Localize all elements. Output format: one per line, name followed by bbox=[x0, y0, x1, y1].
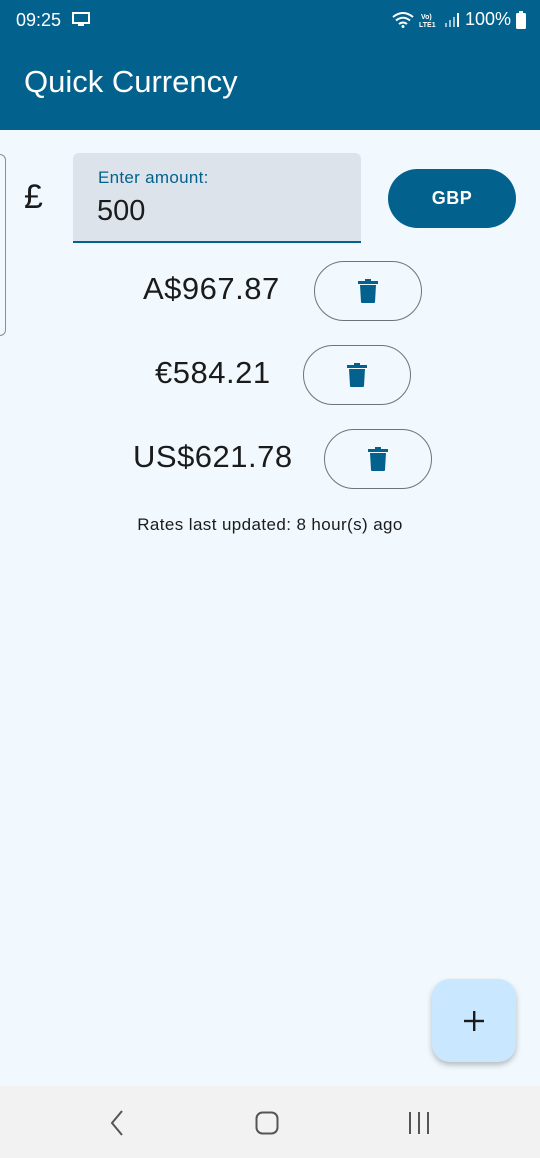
screen-cast-icon bbox=[72, 12, 90, 26]
status-bar: 09:25 Vo) LTE1 100% bbox=[0, 0, 540, 40]
wifi-icon bbox=[392, 11, 414, 28]
conversion-row: US$621.78 bbox=[0, 429, 540, 489]
status-time: 09:25 bbox=[16, 10, 62, 30]
amount-label: Enter amount: bbox=[98, 168, 209, 187]
back-icon bbox=[110, 1110, 123, 1136]
recents-button[interactable] bbox=[399, 1108, 439, 1138]
signal-icon bbox=[444, 12, 460, 28]
delete-button[interactable] bbox=[324, 429, 432, 489]
battery-icon bbox=[516, 10, 526, 29]
converted-amount: €584.21 bbox=[155, 355, 271, 390]
svg-text:Vo): Vo) bbox=[421, 14, 432, 21]
navigation-bar bbox=[0, 1086, 540, 1158]
plus-icon bbox=[464, 1010, 484, 1031]
add-currency-button[interactable] bbox=[432, 979, 516, 1062]
currency-select-button[interactable]: GBP bbox=[388, 169, 516, 228]
converted-amount: US$621.78 bbox=[133, 439, 293, 474]
app-title: Quick Currency bbox=[24, 64, 238, 99]
amount-field[interactable]: Enter amount: bbox=[73, 153, 361, 243]
back-button[interactable] bbox=[97, 1108, 137, 1138]
app-bar: Quick Currency bbox=[0, 40, 540, 130]
battery-text: 100% bbox=[464, 9, 511, 29]
currency-symbol: £ bbox=[24, 178, 43, 216]
home-icon bbox=[255, 1111, 279, 1135]
delete-button[interactable] bbox=[314, 261, 422, 321]
volte-icon: Vo) LTE1 bbox=[419, 11, 439, 29]
delete-button[interactable] bbox=[303, 345, 411, 405]
trash-icon bbox=[358, 279, 378, 303]
conversion-row: A$967.87 bbox=[0, 261, 540, 321]
converted-amount: A$967.87 bbox=[143, 271, 280, 306]
home-button[interactable] bbox=[247, 1108, 287, 1138]
trash-icon bbox=[347, 363, 367, 387]
recents-icon bbox=[409, 1112, 429, 1134]
conversion-row: €584.21 bbox=[0, 345, 540, 405]
svg-text:LTE1: LTE1 bbox=[419, 22, 436, 29]
amount-input[interactable] bbox=[97, 191, 337, 231]
rates-updated-text: Rates last updated: 8 hour(s) ago bbox=[137, 515, 403, 534]
trash-icon bbox=[368, 447, 388, 471]
